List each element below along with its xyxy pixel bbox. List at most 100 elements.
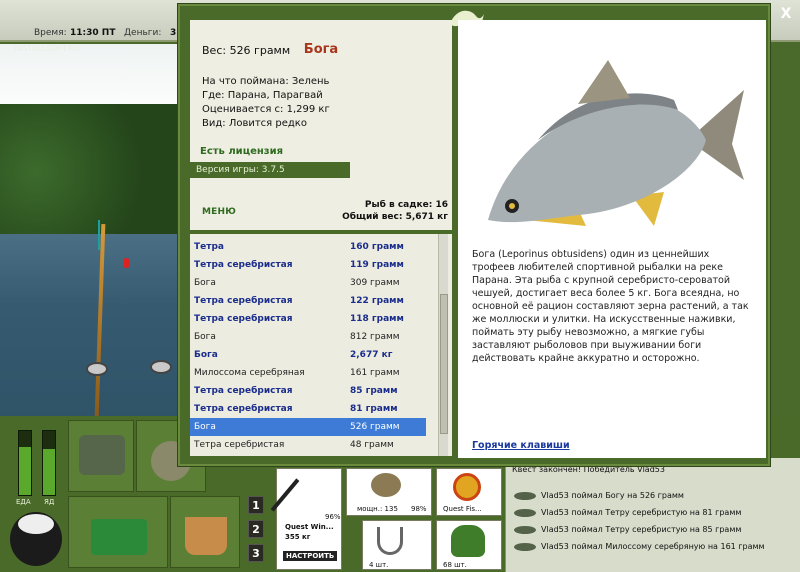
line-name: Quest Fis... [443,505,482,513]
fish-description-panel: Бога (Leporinus obtusidens) один из ценн… [458,20,766,458]
rod-slot-3[interactable]: 3 [248,544,264,562]
hook-equipment[interactable]: 4 шт. [362,520,432,570]
log-row: Vlad53 поймал Милоссому серебряную на 16… [506,539,800,556]
catch-fish-weight: 309 грамм [350,278,400,288]
fish-icon [514,526,536,534]
log-row: Vlad53 поймал Тетру серебристую на 81 гр… [506,505,800,522]
caught-on-text: На что поймана: Зелень [202,76,330,87]
basket-icon [91,519,147,555]
catch-fish-weight: 812 грамм [350,332,400,342]
rod-slot-1[interactable]: 1 [248,496,264,514]
fishing-line-spool-icon [453,473,481,501]
log-text: Vlad53 поймал Богу на 526 грамм [541,491,684,500]
catch-fish-weight: 2,677 кг [350,350,393,360]
location-text: Где: Парана, Парагвай [202,90,323,101]
bait-equipment[interactable]: 68 шт. [436,520,502,570]
fish-icon [514,509,536,517]
reel-icon [150,360,172,374]
setup-button[interactable]: НАСТРОИТЬ [283,551,338,561]
money-value: 3 [170,28,177,38]
catch-fish-weight: 118 грамм [350,314,404,324]
catch-list-row[interactable]: Милоссома серебряная 161 грамм [190,364,426,382]
log-row: Vlad53 поймал Тетру серебристую на 85 гр… [506,522,800,539]
food-meter-fill [19,447,31,495]
catch-list-row[interactable]: Тетра серебристая 48 грамм [190,436,426,454]
hotkeys-link[interactable]: Горячие клавиши [472,440,570,451]
catch-fish-name: Бога [194,332,216,342]
bait-meter-fill [43,448,55,495]
catch-fish-name: Тетра серебристая [194,386,293,396]
catch-fish-weight: 161 грамм [350,368,400,378]
close-button[interactable]: X [778,6,794,22]
cauldron-foam-icon [18,514,54,534]
bait-label: ЯД [44,498,55,506]
log-text: Vlad53 поймал Тетру серебристую на 85 гр… [541,525,742,534]
water-surface [0,234,180,416]
catch-fish-name: Тетра серебристая [194,314,293,324]
rod-equipment[interactable]: 96% Quest Win... 355 кг НАСТРОИТЬ [270,468,342,570]
money-label: Деньги: [124,28,162,38]
catch-fish-weight: 526 грамм [350,422,400,432]
catch-fish-name: Бога [194,278,216,288]
log-text: Vlad53 поймал Тетру серебристую на 81 гр… [541,508,742,517]
kind-text: Вид: Ловится редко [202,118,307,129]
fish-icon [514,543,536,551]
groundbait-basket-slot[interactable] [68,496,168,568]
catch-fish-name: Бога [194,422,216,432]
bait-count: 68 шт. [443,561,467,569]
log-text: Квест закончен! Победитель Vlad53 [512,465,665,474]
catch-list-row[interactable]: Тетра серебристая 122 грамм [190,292,426,310]
catch-fish-name: Тетра серебристая [194,260,293,270]
reel-icon [86,362,108,376]
game-version-bar: Версия игры: 3.7.5 [190,162,350,178]
watermark-text: INSTALLSOFT.RU [14,44,80,53]
food-label: ЕДА [16,498,31,506]
catch-list[interactable]: Тетра 160 грамм Тетра серебристая 119 грамм… [190,234,452,456]
event-log: Квест закончен! Победитель Vlad53 Vlad53… [505,458,800,572]
greens-bait-icon [451,525,485,557]
catch-fish-name: Тетра серебристая [194,440,285,450]
rod-name: Quest Win... [285,523,334,531]
catch-fish-name: Бога [194,350,218,360]
log-row: Vlad53 поймал Богу на 526 грамм [506,488,800,505]
bucket-icon [185,517,227,555]
cauldron-icon[interactable] [10,512,62,566]
catch-fish-weight: 119 грамм [350,260,404,270]
catch-list-row[interactable]: Бога 812 грамм [190,328,426,346]
rod-weight: 355 кг [285,533,311,541]
catch-list-row[interactable]: Тетра серебристая39 грамм [190,454,426,456]
catch-list-row[interactable]: Тетра серебристая 81 грамм [190,400,426,418]
tackle-bag-icon [79,435,125,475]
catch-list-row[interactable]: Бога 526 грамм [190,418,426,436]
catch-list-row[interactable]: Бога 2,677 кг [190,346,426,364]
catch-list-row[interactable]: Тетра серебристая 118 грамм [190,310,426,328]
rod-slot-2[interactable]: 2 [248,520,264,538]
reel-icon [371,473,401,497]
food-meter [18,430,32,496]
catch-fish-weight: 122 грамм [350,296,404,306]
fishing-line [98,220,100,250]
float-icon [124,258,129,268]
catch-fish-name: Тетра [194,242,224,252]
catch-list-scrollbar[interactable] [438,234,448,456]
hook-count: 4 шт. [369,561,389,569]
total-weight: Общий вес: 5,671 кг [342,212,448,222]
catch-list-row[interactable]: Бога 309 грамм [190,274,426,292]
catch-list-row[interactable]: Тетра серебристая 119 грамм [190,256,426,274]
catch-list-row[interactable]: Тетра 160 грамм [190,238,426,256]
value-text: Оценивается с: 1,299 кг [202,104,330,115]
rod-icon [270,478,300,512]
catch-fish-name: Тетра серебристая [194,296,293,306]
line-equipment[interactable]: Quest Fis... [436,468,502,516]
time-value: 11:30 ПТ [70,28,116,38]
catch-list-row[interactable]: Тетра серебристая 85 грамм [190,382,426,400]
catch-fish-weight: 160 грамм [350,242,404,252]
reel-equipment[interactable]: мощн.: 135 98% [346,468,432,516]
reel-power: мощн.: 135 [357,505,398,513]
scrollbar-thumb[interactable] [440,294,448,434]
menu-button[interactable]: МЕНЮ [202,207,236,217]
fishing-scene[interactable] [0,44,180,416]
tackle-box-slot[interactable] [68,420,134,492]
keepnet-bucket-slot[interactable] [170,496,240,568]
catch-fish-weight: 48 грамм [350,440,394,450]
